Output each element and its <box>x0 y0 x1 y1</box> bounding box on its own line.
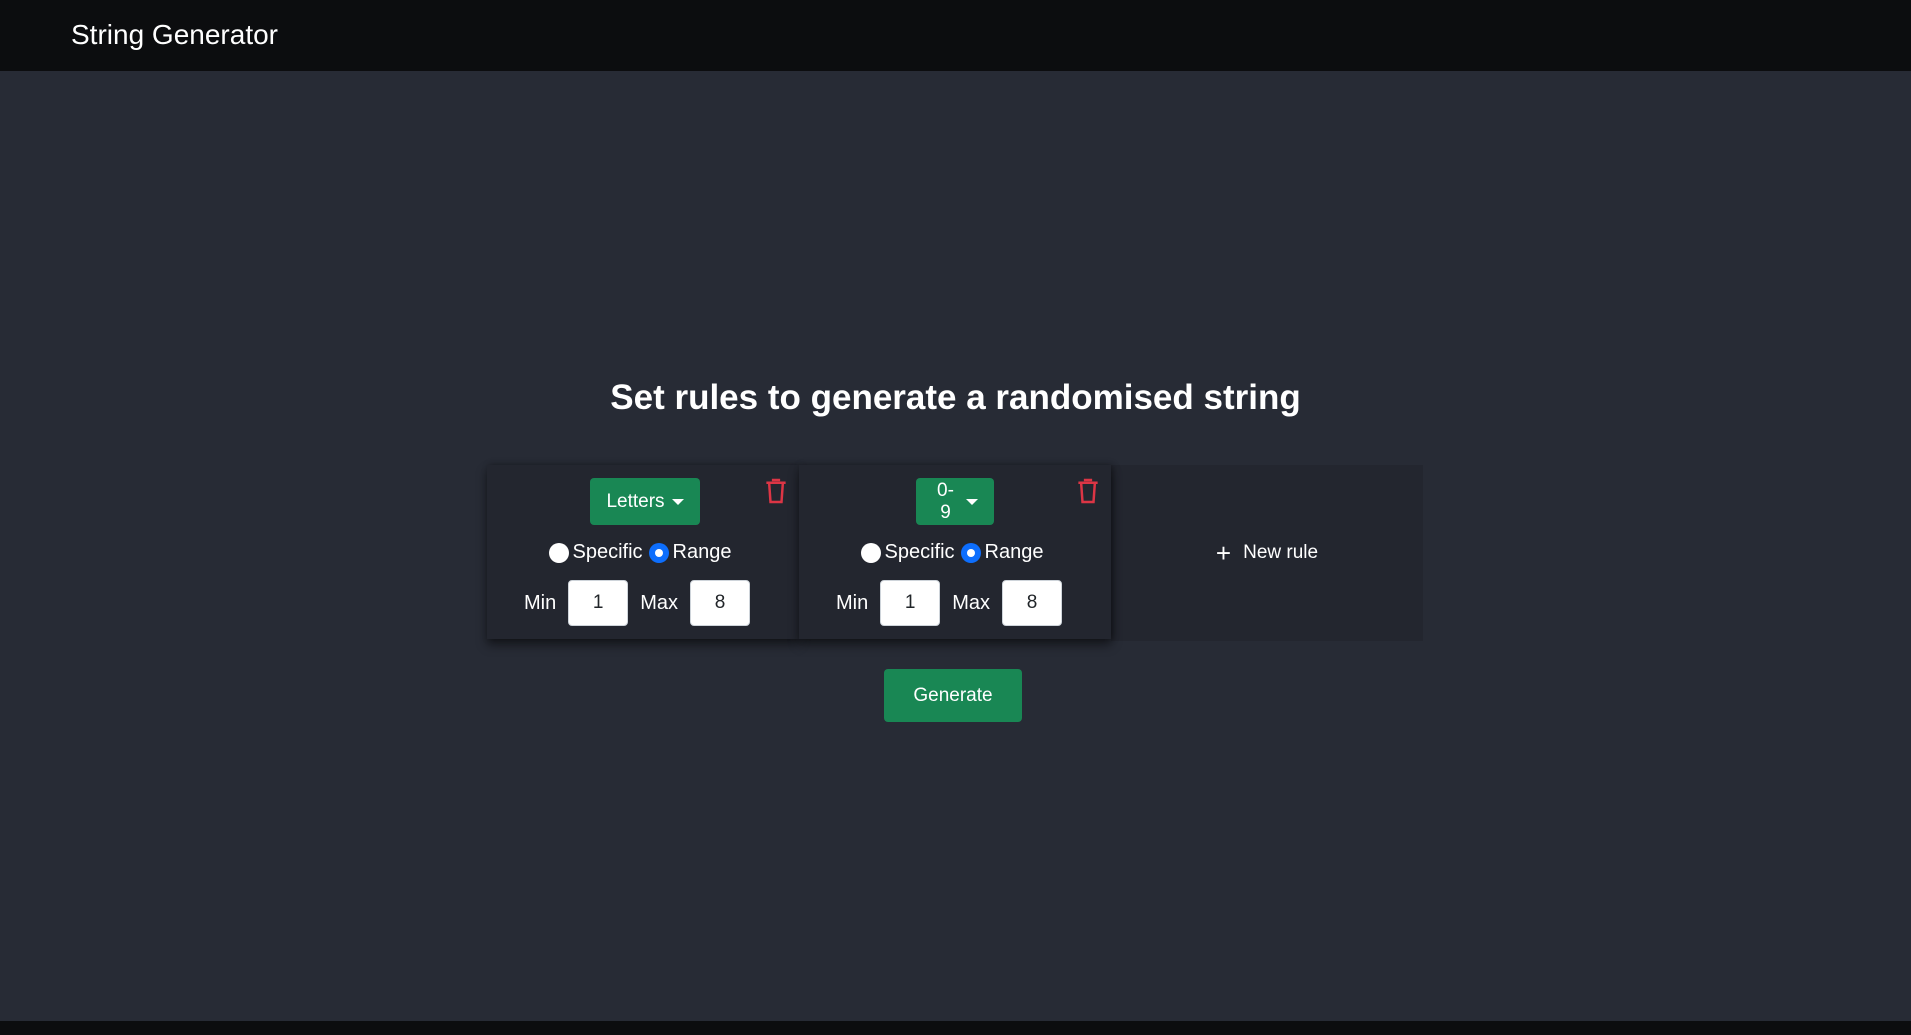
range-label: Range <box>672 541 732 563</box>
trash-icon[interactable] <box>765 478 787 504</box>
generate-button[interactable]: Generate <box>884 669 1022 722</box>
new-rule-button[interactable]: + New rule <box>1111 465 1423 641</box>
rule-type-label: 0-9 <box>937 479 954 523</box>
rule-type-dropdown[interactable]: 0-9 <box>916 478 994 525</box>
max-input[interactable] <box>1002 580 1063 626</box>
range-radio[interactable] <box>960 542 981 563</box>
specific-radio[interactable] <box>548 542 569 563</box>
rule-type-label: Letters <box>606 490 665 512</box>
mode-selector: Specific Range <box>487 541 799 564</box>
rule-card: Letters Specific Range Min Max <box>487 465 799 639</box>
chevron-down-icon <box>966 498 978 505</box>
chevron-down-icon <box>671 498 684 505</box>
new-rule-label: New rule <box>1243 542 1319 563</box>
rule-card: 0-9 Specific Range Min Max <box>799 465 1111 639</box>
min-input[interactable] <box>880 580 941 626</box>
min-label: Min <box>835 591 869 614</box>
specific-label: Specific <box>884 541 955 563</box>
min-input[interactable] <box>568 580 629 626</box>
specific-label: Specific <box>572 541 643 563</box>
max-label: Max <box>640 591 679 614</box>
navbar: String Generator <box>0 0 1911 71</box>
mode-selector: Specific Range <box>799 541 1111 564</box>
max-label: Max <box>952 591 991 614</box>
range-radio[interactable] <box>648 542 669 563</box>
max-input[interactable] <box>690 580 751 626</box>
range-inputs: Min Max <box>799 580 1111 626</box>
min-label: Min <box>523 591 557 614</box>
rule-type-dropdown[interactable]: Letters <box>590 478 700 525</box>
plus-icon: + <box>1215 538 1232 568</box>
page-title: Set rules to generate a randomised strin… <box>610 378 1301 417</box>
footer <box>0 1021 1911 1035</box>
trash-icon[interactable] <box>1077 478 1099 504</box>
specific-radio[interactable] <box>860 542 881 563</box>
rules-list: Letters Specific Range Min Max 0-9 <box>487 465 1423 641</box>
range-label: Range <box>984 541 1044 563</box>
app-title[interactable]: String Generator <box>71 18 278 52</box>
range-inputs: Min Max <box>487 580 799 626</box>
